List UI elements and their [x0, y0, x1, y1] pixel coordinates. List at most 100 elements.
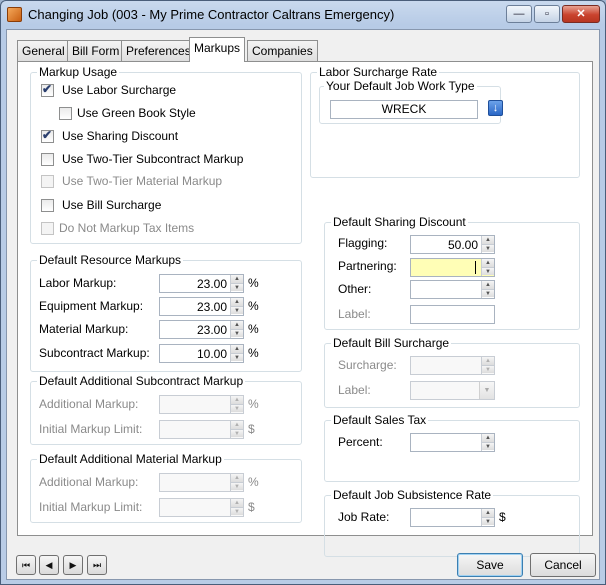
previous-record-button[interactable]: ◀	[39, 555, 59, 575]
material-markup-input[interactable]: 23.00 ▲ ▼	[159, 320, 244, 339]
sales-tax-group: Default Sales Tax Percent: ▲ ▼	[324, 413, 580, 482]
title-bar[interactable]: Changing Job (003 - My Prime Contractor …	[1, 1, 605, 29]
tab-companies[interactable]: Companies	[247, 40, 318, 61]
work-type-field[interactable]: WRECK	[330, 100, 478, 119]
spin-up-icon[interactable]: ▲	[231, 298, 243, 306]
spin-up-icon[interactable]: ▲	[231, 275, 243, 283]
subcontract-markup-value: 10.00	[196, 347, 227, 361]
work-type-group: Your Default Job Work Type WRECK	[319, 79, 501, 124]
spin-up-icon: ▲	[231, 499, 243, 507]
job-rate-input[interactable]: ▲ ▼	[410, 508, 495, 527]
surcharge-label: Surcharge:	[338, 358, 397, 372]
spin-up-icon[interactable]: ▲	[231, 321, 243, 329]
changing-job-window: Changing Job (003 - My Prime Contractor …	[0, 0, 606, 585]
spin-up-icon[interactable]: ▲	[482, 236, 494, 244]
spin-down-icon[interactable]: ▼	[482, 442, 494, 450]
sub-additional-markup-unit: %	[248, 397, 259, 411]
spin-down-icon[interactable]: ▼	[231, 283, 243, 291]
sharing-discount-group: Default Sharing Discount Flagging: 50.00…	[324, 215, 580, 330]
equipment-markup-unit: %	[248, 299, 259, 313]
bill-surcharge-group: Default Bill Surcharge Surcharge: ▲ ▼ Lab…	[324, 336, 580, 408]
bill-label-label: Label:	[338, 383, 371, 397]
subcontract-markup-unit: %	[248, 346, 259, 360]
last-record-button[interactable]: ⏭	[87, 555, 107, 575]
subsistence-group: Default Job Subsistence Rate Job Rate: ▲…	[324, 488, 580, 557]
work-type-legend: Your Default Job Work Type	[324, 79, 477, 93]
labor-markup-input[interactable]: 23.00 ▲ ▼	[159, 274, 244, 293]
spin-down-icon[interactable]: ▼	[231, 353, 243, 361]
labor-markup-unit: %	[248, 276, 259, 290]
spin-down-icon[interactable]: ▼	[482, 244, 494, 252]
material-markup-value: 23.00	[196, 323, 227, 337]
maximize-button[interactable]: ▫	[534, 5, 560, 23]
spin-up-icon[interactable]: ▲	[482, 259, 494, 267]
check-icon: ✔	[42, 82, 53, 96]
sub-initial-limit-unit: $	[248, 422, 255, 436]
spin-down-icon: ▼	[482, 365, 494, 373]
other-label: Other:	[338, 282, 372, 296]
partnering-label: Partnering:	[338, 259, 397, 273]
spin-up-icon: ▲	[482, 357, 494, 365]
flagging-value: 50.00	[447, 238, 478, 252]
next-record-button[interactable]: ▶	[63, 555, 83, 575]
use-bill-surcharge-label: Use Bill Surcharge	[62, 198, 162, 212]
tab-markups[interactable]: Markups	[189, 37, 246, 62]
equipment-markup-label: Equipment Markup:	[39, 299, 144, 313]
sharing-label-input[interactable]	[410, 305, 495, 324]
flagging-input[interactable]: 50.00 ▲ ▼	[410, 235, 495, 254]
job-rate-unit: $	[499, 510, 506, 524]
sharing-discount-legend: Default Sharing Discount	[331, 215, 468, 229]
minimize-button[interactable]: —	[506, 5, 532, 23]
spin-down-icon[interactable]: ▼	[482, 289, 494, 297]
save-button[interactable]: Save	[457, 553, 523, 577]
sharing-label-label: Label:	[338, 307, 371, 321]
spin-up-icon[interactable]: ▲	[231, 345, 243, 353]
subcontract-markup-label: Subcontract Markup:	[39, 346, 150, 360]
percent-label: Percent:	[338, 435, 383, 449]
use-bill-surcharge-checkbox[interactable]	[41, 199, 54, 212]
do-not-markup-tax-label: Do Not Markup Tax Items	[59, 221, 195, 235]
work-type-lookup-button[interactable]: ↓	[488, 100, 503, 116]
tab-bill-form[interactable]: Bill Form	[67, 40, 125, 61]
close-button[interactable]: ✕	[562, 5, 600, 23]
spin-down-icon[interactable]: ▼	[482, 517, 494, 525]
do-not-markup-tax-checkbox	[41, 222, 54, 235]
use-sharing-discount-checkbox[interactable]: ✔	[41, 128, 54, 143]
equipment-markup-input[interactable]: 23.00 ▲ ▼	[159, 297, 244, 316]
material-markup-unit: %	[248, 322, 259, 336]
labor-surcharge-group: Labor Surcharge Rate Your Default Job Wo…	[310, 65, 580, 178]
sales-tax-percent-input[interactable]: ▲ ▼	[410, 433, 495, 452]
spin-down-icon: ▼	[231, 429, 243, 437]
use-green-book-style-checkbox[interactable]	[59, 107, 72, 120]
use-green-book-style-label: Use Green Book Style	[77, 106, 196, 120]
subcontract-markup-input[interactable]: 10.00 ▲ ▼	[159, 344, 244, 363]
resource-markups-legend: Default Resource Markups	[37, 253, 184, 267]
subsistence-legend: Default Job Subsistence Rate	[331, 488, 494, 502]
spin-up-icon: ▲	[231, 396, 243, 404]
mat-additional-markup-label: Additional Markup:	[39, 475, 139, 489]
spin-up-icon[interactable]: ▲	[482, 509, 494, 517]
sub-initial-limit-label: Initial Markup Limit:	[39, 422, 143, 436]
spin-down-icon[interactable]: ▼	[231, 306, 243, 314]
tab-general[interactable]: General	[17, 40, 70, 61]
spin-up-icon[interactable]: ▲	[482, 281, 494, 289]
first-record-button[interactable]: ⏮	[16, 555, 36, 575]
use-two-tier-material-label: Use Two-Tier Material Markup	[62, 174, 223, 188]
cancel-button[interactable]: Cancel	[530, 553, 596, 577]
spin-down-icon[interactable]: ▼	[231, 329, 243, 337]
use-two-tier-material-checkbox	[41, 175, 54, 188]
markups-tab-panel: Markup Usage ✔ Use Labor Surcharge Use G…	[17, 61, 593, 557]
labor-markup-value: 23.00	[196, 277, 227, 291]
spin-down-icon: ▼	[231, 482, 243, 490]
use-two-tier-subcontract-checkbox[interactable]	[41, 153, 54, 166]
partnering-input[interactable]: ▲ ▼	[410, 258, 495, 277]
spin-up-icon[interactable]: ▲	[482, 434, 494, 442]
use-labor-surcharge-checkbox[interactable]: ✔	[41, 82, 54, 97]
other-input[interactable]: ▲ ▼	[410, 280, 495, 299]
spin-down-icon[interactable]: ▼	[482, 267, 494, 275]
check-icon: ✔	[42, 128, 53, 142]
mat-initial-limit-unit: $	[248, 500, 255, 514]
use-sharing-discount-label: Use Sharing Discount	[62, 129, 179, 143]
tab-preferences[interactable]: Preferences	[121, 40, 196, 61]
sub-initial-limit-input: ▲ ▼	[159, 420, 244, 439]
